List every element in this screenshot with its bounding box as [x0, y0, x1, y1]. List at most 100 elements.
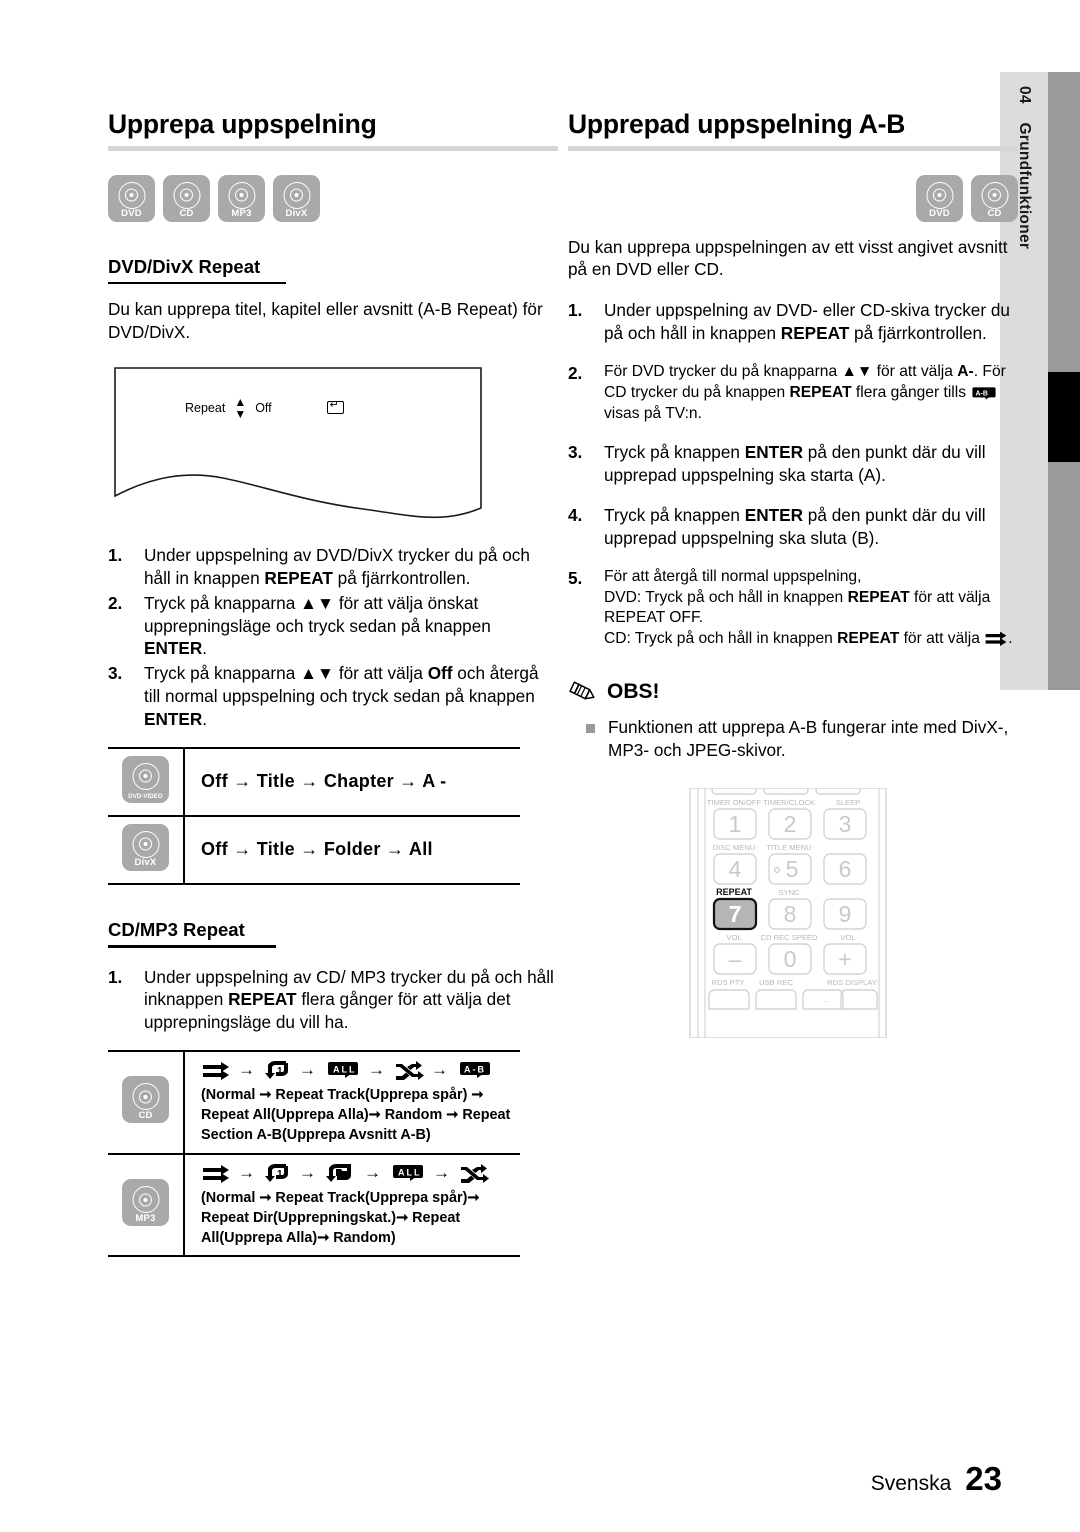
pencil-icon	[568, 680, 598, 703]
repeat-all-icon: ALL	[390, 1162, 426, 1184]
cd-disc-icon: CD	[122, 1076, 169, 1124]
chapter-number: 04	[1016, 86, 1033, 104]
disc-face	[132, 830, 159, 858]
divx-disc-icon: DivX	[273, 174, 320, 222]
repeat-ab-icon: A-B	[970, 385, 998, 402]
svg-text:5: 5	[786, 856, 799, 882]
mode-sequence: Off → Title → Chapter → A -	[201, 771, 447, 792]
disc-face	[132, 762, 159, 790]
list-item: Funktionen att upprepa A-B fungerar inte…	[586, 716, 1018, 762]
step-text: Tryck på knapparna ▲▼ för att välja Off …	[144, 663, 539, 730]
table-row: DVD-VIDEO Off → Title → Chapter → A -	[108, 746, 520, 817]
svg-text:2: 2	[784, 811, 797, 837]
step-item: 1. Under uppspelning av DVD/DivX trycker…	[108, 544, 558, 590]
step-text: Tryck på knappen ENTER på den punkt där …	[604, 505, 986, 548]
disc-face	[132, 1083, 159, 1111]
step-item: 5. För att återgå till normal uppspelnin…	[568, 567, 1018, 650]
subsection-title-cd-mp3: CD/MP3 Repeat	[108, 918, 245, 940]
disc-face	[132, 1186, 159, 1214]
steps-list-ab-repeat: 1. Under uppspelning av DVD- eller CD-sk…	[568, 299, 1018, 649]
intro-paragraph-right: Du kan upprepa uppspelningen av ett viss…	[568, 236, 1008, 280]
cd-disc-icon: CD	[971, 174, 1018, 222]
note-list: Funktionen att upprepa A-B fungerar inte…	[568, 716, 1018, 762]
cd-mp3-mode-table: CD → 1 → ALL → → A-B (Normal ➞ Repeat Tr…	[108, 1050, 520, 1258]
return-icon	[326, 399, 344, 415]
normal-icon	[984, 630, 1008, 647]
cd-disc-icon: CD	[163, 174, 210, 222]
mode-sequence: Off → Title → Folder → All	[201, 839, 433, 860]
osd-row: Repeat ▲ ▼ Off	[185, 396, 344, 420]
disc-face	[283, 181, 310, 209]
svg-text:1: 1	[729, 811, 742, 837]
svg-text:DISC MENU: DISC MENU	[713, 843, 756, 852]
svg-text:CD REC SPEED: CD REC SPEED	[761, 933, 818, 942]
note-bullet-icon	[586, 723, 595, 733]
random-icon	[394, 1060, 424, 1081]
table-row: DivX Off → Title → Folder → All	[108, 815, 520, 885]
svg-text:RDS DISPLAY: RDS DISPLAY	[827, 978, 877, 987]
svg-text:TIMER/CLOCK: TIMER/CLOCK	[763, 798, 815, 807]
mp3-repeat-note: (Normal ➞ Repeat Track(Upprepa spår)➞ Re…	[201, 1189, 480, 1246]
repeat-one-icon: 1	[264, 1059, 292, 1081]
step-item: 2. Tryck på knapparna ▲▼ för att välja ö…	[108, 592, 558, 661]
disc-face	[228, 181, 255, 209]
random-icon	[459, 1163, 489, 1183]
svg-text:7: 7	[729, 901, 742, 927]
chapter-label: Grundfunktioner	[1016, 122, 1033, 250]
disc-badge-row-left: DVD CD MP3 DivX	[108, 174, 558, 222]
disc-label: DVD	[121, 208, 142, 220]
repeat-dir-icon	[325, 1162, 357, 1184]
subsection-title-dvd-divx: DVD/DivX Repeat	[108, 255, 261, 277]
subsection-rule	[108, 281, 286, 285]
disc-face	[981, 181, 1008, 209]
dvd-disc-icon: DVD	[108, 174, 155, 222]
disc-badge-row-right: DVD CD	[568, 174, 1018, 222]
disc-face	[173, 181, 200, 209]
up-down-arrow-icon: ▲ ▼	[234, 394, 247, 421]
steps-list-cd-mp3: 1. Under uppspelning av CD/ MP3 trycker …	[108, 966, 558, 1035]
manual-page: 04 Grundfunktioner Upprepa uppspelning D…	[0, 0, 1080, 1532]
svg-text:1: 1	[277, 1066, 285, 1077]
disc-label: CD	[987, 208, 1002, 220]
svg-text:0: 0	[784, 946, 797, 972]
intro-paragraph-left: Du kan upprepa titel, kapitel eller avsn…	[108, 299, 543, 343]
step-text: För att återgå till normal uppspelning, D…	[604, 567, 1013, 648]
title-rule-left	[108, 145, 558, 151]
page-footer: Svenska 23	[871, 1460, 1002, 1498]
footer-page-number: 23	[965, 1460, 1002, 1497]
step-text: Tryck på knappen ENTER på den punkt där …	[604, 442, 986, 486]
svg-text:TIMER ON/OFF: TIMER ON/OFF	[707, 798, 762, 807]
note-text: Funktionen att upprepa A-B fungerar inte…	[608, 716, 1009, 760]
step-item: 3. Tryck på knappen ENTER på den punkt d…	[568, 441, 1018, 487]
cd-repeat-note: (Normal ➞ Repeat Track(Upprepa spår) ➞ R…	[201, 1087, 511, 1143]
svg-text:REPEAT: REPEAT	[716, 887, 752, 897]
dvd-disc-icon: DVD	[916, 174, 963, 222]
svg-text:1: 1	[277, 1169, 285, 1180]
right-column: Upprepad uppspelning A-B DVD CD Du kan u…	[568, 110, 1018, 1043]
svg-text:TITLE MENU: TITLE MENU	[766, 843, 811, 852]
svg-text:ALL: ALL	[398, 1167, 422, 1177]
step-number: 4.	[568, 505, 583, 526]
disc-label: CD	[138, 1109, 153, 1121]
osd-screen-illustration: Repeat ▲ ▼ Off	[113, 366, 483, 526]
svg-text:A-B: A-B	[976, 390, 988, 397]
svg-text:3: 3	[839, 811, 852, 837]
remote-control-illustration: TIMER ON/OFF TIMER/CLOCK SLEEP 1 2 3 DISC …	[676, 778, 1018, 1043]
step-item: 2. För DVD trycker du på knapparna ▲▼ fö…	[568, 362, 1018, 424]
step-number: 2.	[568, 363, 583, 384]
disc-label: DVD-VIDEO	[128, 792, 163, 800]
step-item: 1. Under uppspelning av CD/ MP3 trycker …	[108, 966, 558, 1035]
table-row: MP3 → 1 → → ALL → (Normal ➞ Repeat Track…	[108, 1153, 520, 1258]
step-text: Tryck på knapparna ▲▼ för att välja önsk…	[144, 592, 491, 659]
svg-text:A-B: A-B	[464, 1065, 486, 1075]
disc-label: CD	[179, 208, 194, 220]
disc-face	[926, 181, 953, 209]
normal-icon	[201, 1060, 231, 1081]
cd-repeat-glyph-sequence: → 1 → ALL → → A-B	[201, 1059, 520, 1081]
repeat-ab-icon: A-B	[457, 1059, 493, 1081]
disc-face	[118, 181, 145, 209]
svg-text:6: 6	[839, 856, 852, 882]
step-text: Under uppspelning av DVD- eller CD-skiva…	[604, 300, 1010, 344]
step-item: 3. Tryck på knapparna ▲▼ för att välja O…	[108, 662, 558, 731]
osd-value: Off	[255, 400, 272, 415]
